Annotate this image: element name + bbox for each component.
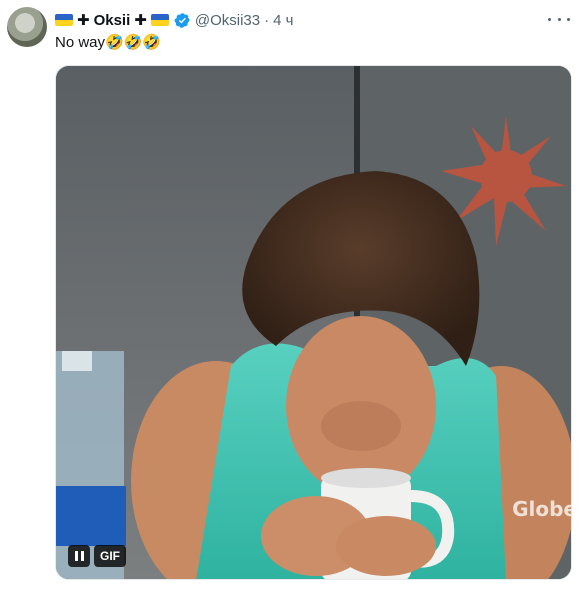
author-handle[interactable]: @Oksii33 <box>195 12 260 29</box>
more-options-icon[interactable] <box>548 10 570 28</box>
verified-badge-icon[interactable] <box>174 12 191 29</box>
ukraine-flag-icon <box>55 14 73 26</box>
tweet[interactable]: ✚ Oksii ✚ @Oksii33 · 4 ч No way🤣🤣🤣 Globe… <box>0 0 582 591</box>
avatar[interactable] <box>7 7 47 47</box>
tweet-header: ✚ Oksii ✚ @Oksii33 · 4 ч <box>55 9 293 31</box>
separator-dot: · <box>264 11 270 29</box>
gif-controls: GIF <box>68 545 126 567</box>
gif-media[interactable]: Globe GIF <box>55 65 572 580</box>
ukraine-flag-icon <box>150 14 169 26</box>
gif-badge: GIF <box>94 545 126 567</box>
tweet-text: No way🤣🤣🤣 <box>55 34 162 51</box>
watermark-text: Globe <box>512 497 572 521</box>
author-name[interactable]: Oksii <box>94 12 131 29</box>
pause-icon[interactable] <box>68 545 90 567</box>
author-prefix-symbol: ✚ <box>77 12 90 29</box>
gif-frame-image <box>56 66 571 579</box>
author-suffix-symbol: ✚ <box>134 12 147 29</box>
timestamp[interactable]: 4 ч <box>273 12 293 29</box>
